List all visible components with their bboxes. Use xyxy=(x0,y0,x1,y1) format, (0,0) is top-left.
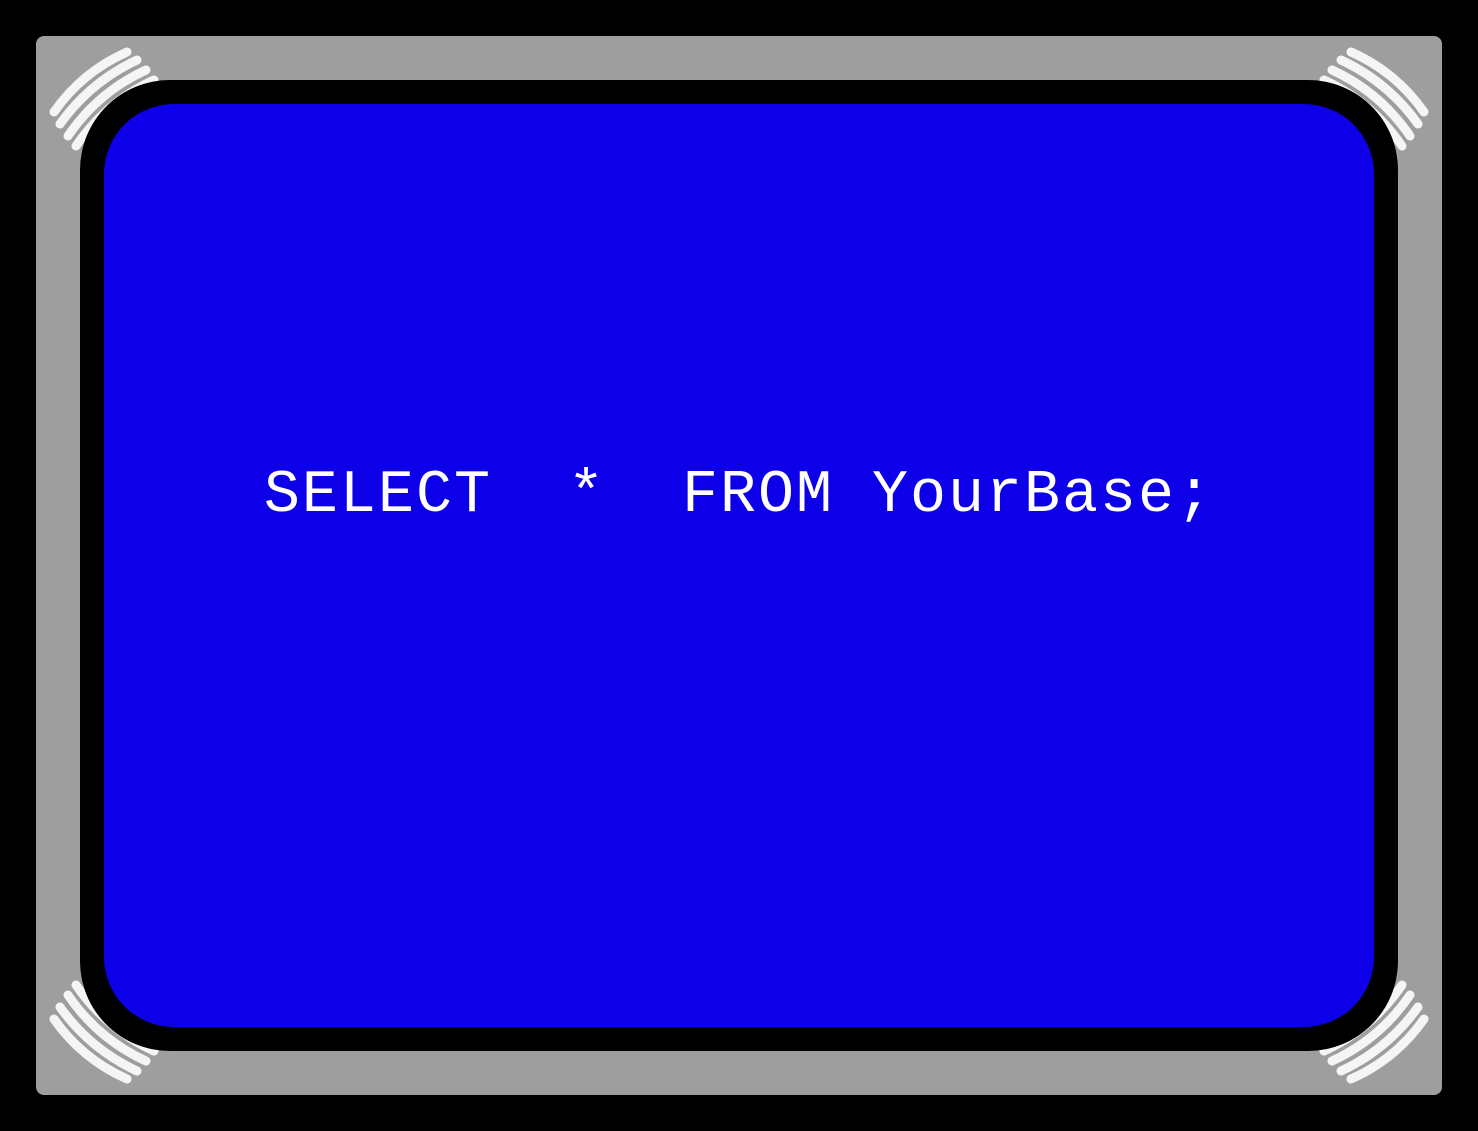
outer-frame: SELECT * FROM YourBase; xyxy=(0,0,1478,1131)
screen-inner-border: SELECT * FROM YourBase; xyxy=(80,80,1398,1051)
terminal-command-text: SELECT * FROM YourBase; xyxy=(264,462,1214,530)
crt-screen: SELECT * FROM YourBase; xyxy=(104,104,1374,1027)
monitor-bezel: SELECT * FROM YourBase; xyxy=(36,36,1442,1095)
